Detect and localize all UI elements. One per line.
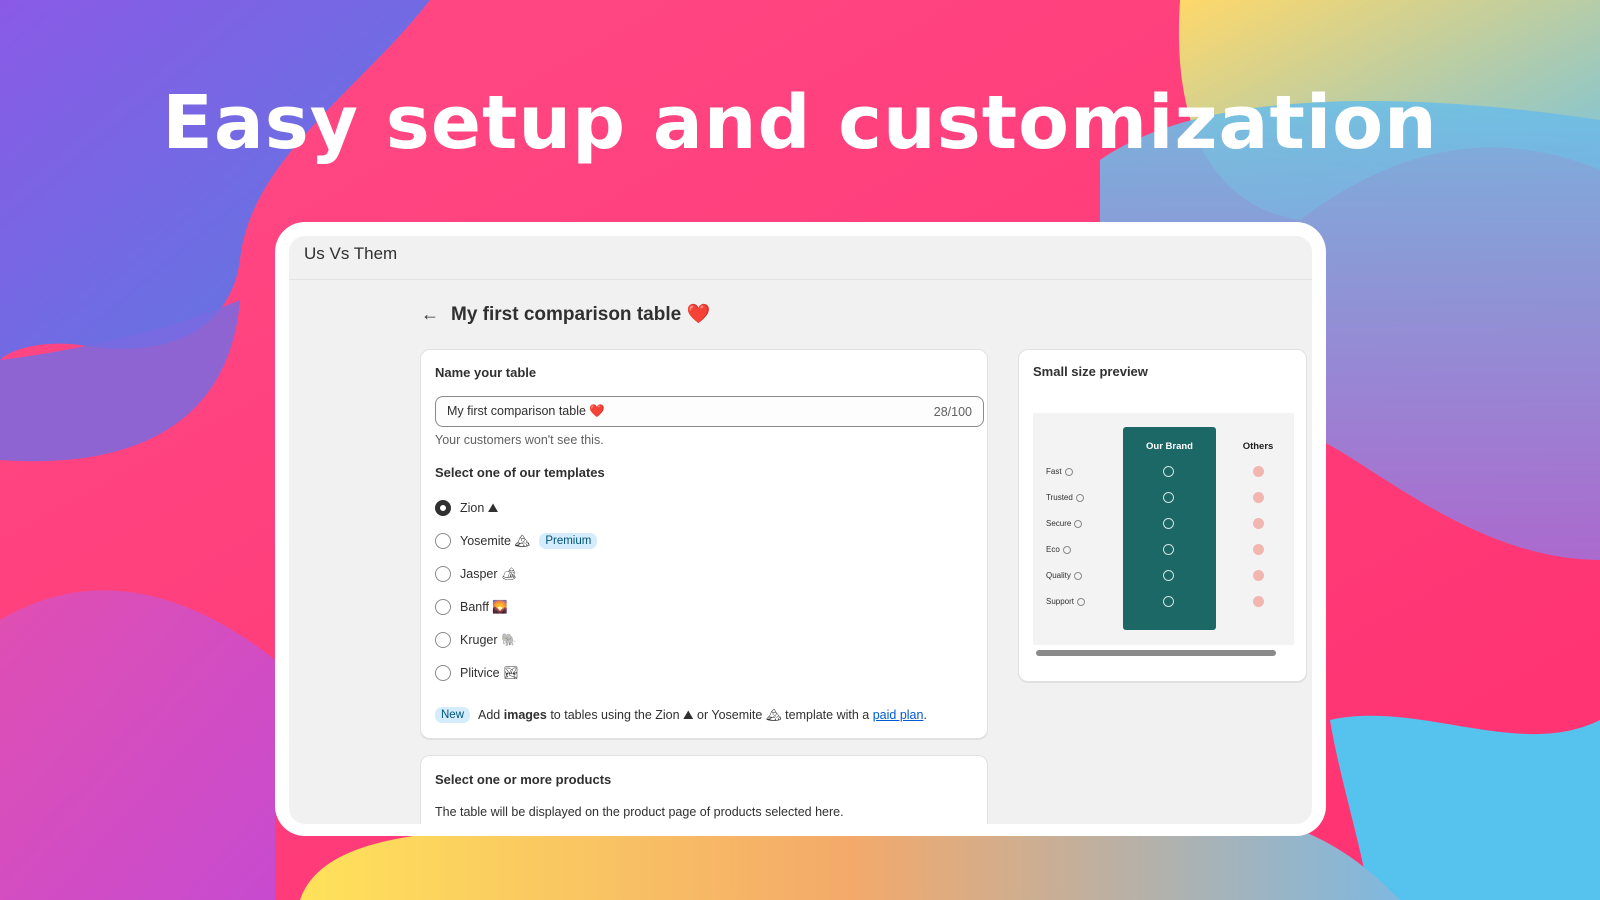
hero-title: Easy setup and customization <box>162 80 1438 166</box>
template-option-zion[interactable]: Zion ⛰ <box>435 500 498 516</box>
notice-text-1: Add <box>478 707 501 722</box>
new-feature-notice: New Add images to tables using the Zion … <box>435 707 927 723</box>
template-option-kruger[interactable]: Kruger 🐘 <box>435 632 517 648</box>
app-screenshot-frame: Us Vs Them ← My first comparison table ❤… <box>275 222 1326 836</box>
premium-badge: Premium <box>539 533 598 549</box>
notice-text-bold: images <box>503 707 547 722</box>
feature-row-label: Quality <box>1046 571 1082 580</box>
check-icon <box>1163 466 1174 477</box>
template-label: Plitvice 🏞 <box>460 665 519 680</box>
x-circle-icon <box>1253 570 1264 581</box>
info-icon <box>1064 467 1073 476</box>
template-option-plitvice[interactable]: Plitvice 🏞 <box>435 665 519 681</box>
template-label: Zion ⛰ <box>460 500 499 515</box>
comparison-table-preview: Our Brand Others Fast Trusted Secure Eco… <box>1033 413 1294 645</box>
info-icon <box>1074 519 1083 528</box>
check-icon <box>1163 570 1174 581</box>
preview-scrollbar[interactable] <box>1036 650 1276 656</box>
feature-row-label: Support <box>1046 597 1086 606</box>
paid-plan-link[interactable]: paid plan <box>873 708 924 722</box>
radio-icon[interactable] <box>435 599 451 615</box>
preview-title: Small size preview <box>1033 364 1148 379</box>
templates-section-title: Select one of our templates <box>435 465 605 480</box>
app-name: Us Vs Them <box>304 244 398 263</box>
x-circle-icon <box>1163 596 1174 607</box>
template-option-banff[interactable]: Banff 🌄 <box>435 599 508 615</box>
feature-row-label: Eco <box>1046 545 1071 554</box>
template-label: Banff 🌄 <box>460 599 508 614</box>
radio-icon[interactable] <box>435 665 451 681</box>
name-helper-text: Your customers won't see this. <box>435 433 604 447</box>
x-circle-icon <box>1253 466 1264 477</box>
products-section-title: Select one or more products <box>435 772 612 787</box>
radio-icon[interactable] <box>435 632 451 648</box>
radio-icon[interactable] <box>435 533 451 549</box>
info-icon <box>1075 493 1084 502</box>
app-header: Us Vs Them <box>289 236 1312 280</box>
table-name-value: My first comparison table ❤️ <box>447 404 605 418</box>
template-option-yosemite[interactable]: Yosemite 🏔 Premium <box>435 533 598 549</box>
x-circle-icon <box>1253 596 1264 607</box>
products-card: Select one or more products The table wi… <box>420 755 988 824</box>
radio-checked-icon[interactable] <box>435 500 451 516</box>
x-circle-icon <box>1253 518 1264 529</box>
notice-text-3: . <box>923 707 927 722</box>
feature-row-label: Fast <box>1046 467 1073 476</box>
page-title: My first comparison table ❤️ <box>451 304 711 325</box>
info-icon <box>1077 597 1086 606</box>
brand-header: Our Brand <box>1146 441 1193 452</box>
feature-label: Secure <box>1046 519 1072 528</box>
template-label: Yosemite 🏔 <box>460 533 531 548</box>
products-description: The table will be displayed on the produ… <box>435 805 844 819</box>
radio-icon[interactable] <box>435 566 451 582</box>
back-arrow-icon[interactable]: ← <box>421 304 439 325</box>
character-counter: 28/100 <box>933 404 972 419</box>
app-window: Us Vs Them ← My first comparison table ❤… <box>289 236 1312 824</box>
feature-label: Support <box>1046 597 1075 606</box>
feature-label: Fast <box>1046 467 1062 476</box>
notice-text-2: to tables using the Zion ⛰ or Yosemite 🏔… <box>550 707 870 722</box>
feature-label: Quality <box>1046 571 1071 580</box>
new-badge: New <box>435 707 471 723</box>
name-section-title: Name your table <box>435 365 537 380</box>
table-name-input[interactable]: My first comparison table ❤️ 28/100 <box>435 396 984 427</box>
preview-card: Small size preview Our Brand Others Fast… <box>1018 349 1307 682</box>
check-icon <box>1163 544 1174 555</box>
others-header: Others <box>1242 441 1274 452</box>
template-option-jasper[interactable]: Jasper 🏕 <box>435 566 517 582</box>
x-circle-icon <box>1253 492 1264 503</box>
template-label: Jasper 🏕 <box>460 566 517 581</box>
notice-text: Add images to tables using the Zion ⛰ or… <box>478 708 927 723</box>
feature-label: Eco <box>1046 545 1060 554</box>
table-settings-card: Name your table My first comparison tabl… <box>420 349 988 739</box>
check-icon <box>1163 492 1174 503</box>
template-label: Kruger 🐘 <box>460 632 517 647</box>
feature-row-label: Trusted <box>1046 493 1084 502</box>
info-icon <box>1073 571 1082 580</box>
info-icon <box>1062 545 1071 554</box>
x-circle-icon <box>1253 544 1264 555</box>
feature-row-label: Secure <box>1046 519 1083 528</box>
feature-label: Trusted <box>1046 493 1073 502</box>
page-header: ← My first comparison table ❤️ <box>421 302 710 326</box>
check-icon <box>1163 518 1174 529</box>
